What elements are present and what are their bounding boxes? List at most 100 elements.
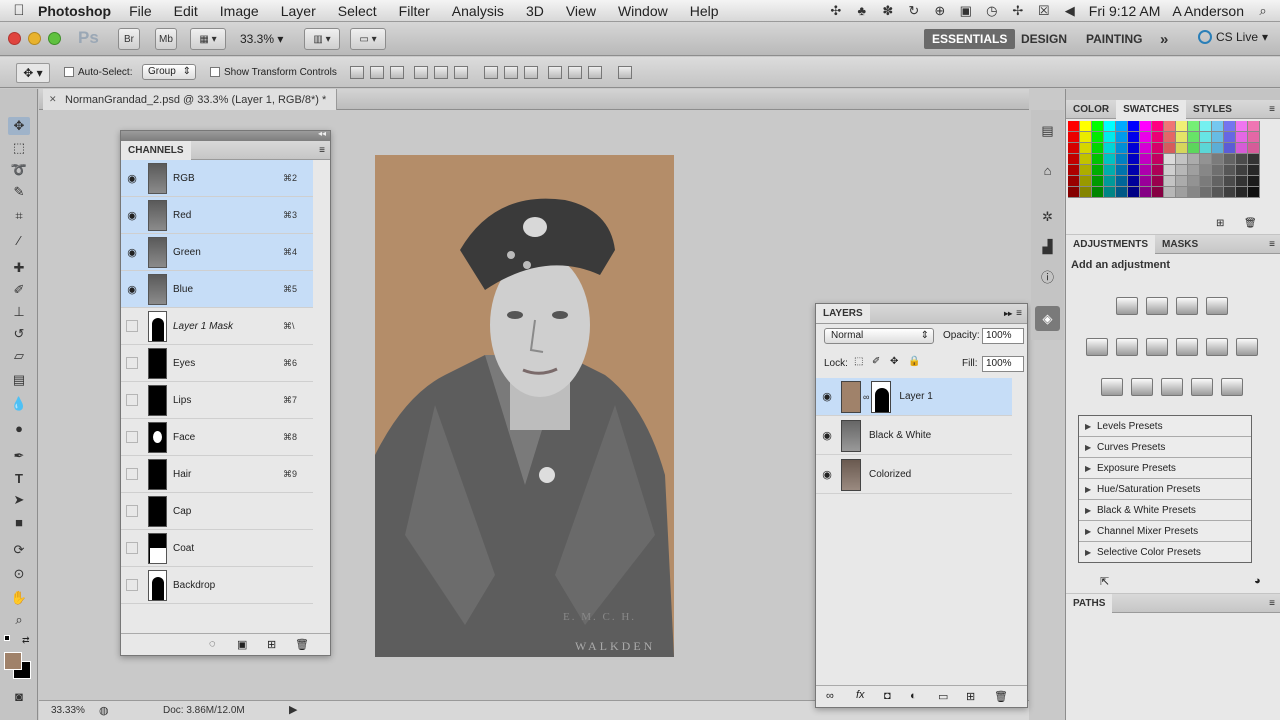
- fill-field[interactable]: 100%: [982, 356, 1024, 372]
- swatch[interactable]: [1188, 165, 1200, 176]
- swatch[interactable]: [1188, 143, 1200, 154]
- channel-row[interactable]: Face ⌘8: [121, 419, 313, 456]
- eyedropper-tool-icon[interactable]: ⁄: [8, 231, 30, 249]
- swatch[interactable]: [1092, 154, 1104, 165]
- swatch[interactable]: [1212, 143, 1224, 154]
- tab-paths[interactable]: PATHS: [1066, 593, 1113, 613]
- layer-mask-thumbnail[interactable]: [871, 380, 892, 413]
- hue-saturation-icon[interactable]: [1116, 338, 1138, 356]
- swatch[interactable]: [1104, 121, 1116, 132]
- view-extras-button[interactable]: ▦ ▾: [190, 28, 226, 50]
- swatch[interactable]: [1200, 132, 1212, 143]
- swatch[interactable]: [1176, 132, 1188, 143]
- menu-filter[interactable]: Filter: [399, 3, 430, 19]
- display-icon[interactable]: ▣: [959, 4, 973, 18]
- menu-select[interactable]: Select: [338, 3, 377, 19]
- menu-app-name[interactable]: Photoshop: [38, 3, 111, 19]
- close-window-button[interactable]: [8, 32, 21, 45]
- panel-menu-icon[interactable]: ≡: [1016, 308, 1022, 319]
- hand-tool-icon[interactable]: ✋: [8, 589, 30, 607]
- preset-hue-saturation[interactable]: ▶ Hue/Saturation Presets: [1079, 479, 1251, 500]
- color-balance-icon[interactable]: [1146, 338, 1168, 356]
- checkbox-icon[interactable]: ☒: [1037, 4, 1051, 18]
- expand-icon[interactable]: ▸▸: [1004, 309, 1012, 318]
- auto-align-icon[interactable]: [618, 66, 632, 79]
- show-transform-checkbox[interactable]: [210, 67, 220, 78]
- swatch[interactable]: [1164, 132, 1176, 143]
- align-hcenter-icon[interactable]: [434, 66, 448, 79]
- menu-image[interactable]: Image: [220, 3, 259, 19]
- workspace-essentials[interactable]: ESSENTIALS: [924, 29, 1016, 49]
- crop-tool-icon[interactable]: ⌗: [8, 207, 30, 225]
- swatch[interactable]: [1164, 154, 1176, 165]
- swatch[interactable]: [1080, 187, 1092, 198]
- swatch[interactable]: [1104, 132, 1116, 143]
- panel-menu-icon[interactable]: ≡: [1269, 598, 1275, 609]
- swatch[interactable]: [1164, 121, 1176, 132]
- quick-mask-icon[interactable]: ◙: [8, 687, 30, 705]
- trash-icon[interactable]: 🗑: [994, 690, 1008, 703]
- swatch[interactable]: [1224, 187, 1236, 198]
- swatch[interactable]: [1188, 154, 1200, 165]
- status-zoom[interactable]: 33.33%: [51, 705, 85, 716]
- swatch[interactable]: [1128, 154, 1140, 165]
- curves-icon[interactable]: [1176, 297, 1198, 315]
- swatch[interactable]: [1116, 154, 1128, 165]
- channel-row[interactable]: Backdrop: [121, 567, 313, 604]
- swatch[interactable]: [1236, 143, 1248, 154]
- quick-select-tool-icon[interactable]: ✎: [8, 183, 30, 201]
- tab-layers[interactable]: LAYERS: [816, 304, 870, 323]
- swatch[interactable]: [1164, 165, 1176, 176]
- panel-menu-icon[interactable]: ≡: [1269, 104, 1275, 115]
- swatch[interactable]: [1068, 154, 1080, 165]
- document-tab[interactable]: ✕ NormanGrandad_2.psd @ 33.3% (Layer 1, …: [43, 89, 338, 110]
- foreground-color-swatch[interactable]: [4, 652, 22, 670]
- swatch[interactable]: [1140, 176, 1152, 187]
- layers-dock-icon[interactable]: ◈: [1035, 306, 1060, 331]
- load-selection-icon[interactable]: ◌: [209, 638, 216, 650]
- swatch[interactable]: [1236, 121, 1248, 132]
- swatch[interactable]: [1188, 121, 1200, 132]
- swatch[interactable]: [1200, 187, 1212, 198]
- menu-view[interactable]: View: [566, 3, 596, 19]
- exposure-icon[interactable]: [1206, 297, 1228, 315]
- align-left-icon[interactable]: [414, 66, 428, 79]
- disclosure-triangle-icon[interactable]: ▶: [1085, 548, 1097, 557]
- swatch[interactable]: [1116, 132, 1128, 143]
- default-colors-icon[interactable]: [4, 635, 12, 643]
- tab-color[interactable]: COLOR: [1066, 100, 1116, 119]
- swatch[interactable]: [1164, 187, 1176, 198]
- brightness-contrast-icon[interactable]: [1116, 297, 1138, 315]
- menu-edit[interactable]: Edit: [174, 3, 198, 19]
- distribute-hcenter-icon[interactable]: [568, 66, 582, 79]
- threshold-icon[interactable]: [1161, 378, 1183, 396]
- blur-tool-icon[interactable]: 💧: [8, 395, 30, 413]
- return-to-list-icon[interactable]: ⇱: [1100, 575, 1109, 588]
- swatch[interactable]: [1152, 165, 1164, 176]
- sync-icon[interactable]: ↻: [907, 4, 921, 18]
- swatch[interactable]: [1188, 132, 1200, 143]
- swatch[interactable]: [1152, 132, 1164, 143]
- swatch[interactable]: [1200, 121, 1212, 132]
- distribute-right-icon[interactable]: [588, 66, 602, 79]
- swatch[interactable]: [1200, 165, 1212, 176]
- swatch[interactable]: [1104, 154, 1116, 165]
- swatch[interactable]: [1176, 165, 1188, 176]
- channel-mixer-icon[interactable]: [1236, 338, 1258, 356]
- eye-icon[interactable]: ◉: [121, 172, 143, 185]
- swatch[interactable]: [1080, 132, 1092, 143]
- menu-help[interactable]: Help: [690, 3, 719, 19]
- layer-row-layer-1[interactable]: ◉ ∞ Layer 1: [816, 378, 1012, 416]
- visibility-toggle[interactable]: [126, 357, 138, 369]
- visibility-toggle[interactable]: [126, 542, 138, 554]
- swatch[interactable]: [1104, 165, 1116, 176]
- brush-tool-icon[interactable]: ✐: [8, 281, 30, 299]
- swatch[interactable]: [1068, 165, 1080, 176]
- eye-icon[interactable]: ◉: [816, 429, 838, 442]
- zoom-window-button[interactable]: [48, 32, 61, 45]
- layer-row-black-white[interactable]: ◉ Black & White: [816, 417, 1012, 455]
- visibility-toggle[interactable]: [126, 468, 138, 480]
- swatch[interactable]: [1248, 154, 1260, 165]
- new-layer-icon[interactable]: ⊞: [966, 690, 975, 703]
- swatch[interactable]: [1236, 187, 1248, 198]
